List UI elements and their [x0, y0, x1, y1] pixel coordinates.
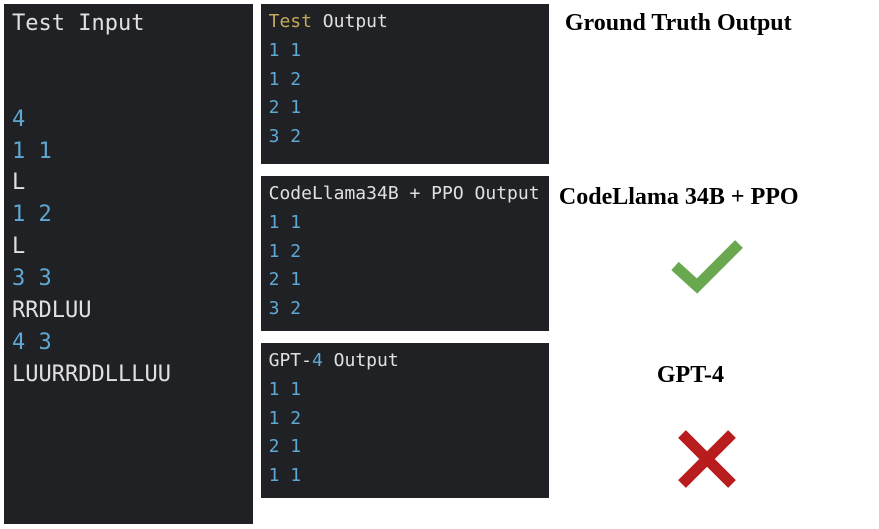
codellama-header: CodeLlama34B + PPO Output — [269, 180, 541, 209]
codellama-body: 1 11 22 13 2 — [269, 209, 541, 324]
incorrect-cross-icon — [672, 424, 742, 498]
gpt4-header: GPT-4 Output — [269, 347, 541, 376]
ground-truth-label: Ground Truth Output — [565, 10, 792, 37]
outputs-column: Test Output 1 11 22 13 2 CodeLlama34B + … — [261, 4, 549, 524]
ground-truth-body: 1 11 22 13 2 — [269, 37, 541, 152]
correct-check-icon — [667, 234, 747, 298]
test-input-panel: Test Input 41 1L1 2L3 3RRDLUU4 3LUURRDDL… — [4, 4, 253, 524]
gpt4-box: GPT-4 Output 1 11 22 11 1 — [261, 343, 549, 498]
gpt4-label: GPT-4 — [657, 362, 724, 389]
ground-truth-box: Test Output 1 11 22 13 2 — [261, 4, 549, 164]
test-input-title: Test Input — [12, 8, 245, 40]
ground-truth-header: Test Output — [269, 8, 541, 37]
codellama-label: CodeLlama 34B + PPO — [559, 184, 799, 211]
codellama-box: CodeLlama34B + PPO Output 1 11 22 13 2 — [261, 176, 549, 331]
gpt4-body: 1 11 22 11 1 — [269, 376, 541, 491]
test-input-body: 41 1L1 2L3 3RRDLUU4 3LUURRDDLLLUU — [12, 40, 245, 391]
comparison-figure: Test Input 41 1L1 2L3 3RRDLUU4 3LUURRDDL… — [0, 0, 879, 528]
labels-column: Ground Truth Output CodeLlama 34B + PPO … — [557, 4, 875, 524]
